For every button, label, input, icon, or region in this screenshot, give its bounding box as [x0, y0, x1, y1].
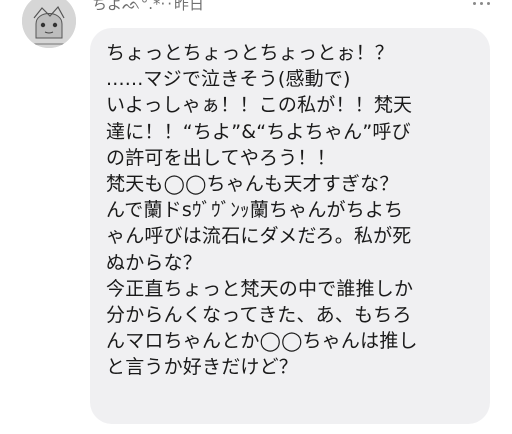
author-name[interactable]: ちよ [92, 0, 122, 13]
avatar[interactable] [22, 0, 76, 48]
post-header: ちよᨒ°.*· · 昨日 [92, 0, 204, 14]
meta-separator: · [167, 0, 173, 13]
message-text: ちょっとちょっとちょっとぉ！？ ......マジで泣きそう(感動で) いよっしゃ… [106, 42, 418, 379]
avatar-drawing-icon [22, 0, 76, 48]
author-decoration: ᨒ°.*· [122, 0, 166, 13]
message-bubble: ちょっとちょっとちょっとぉ！？ ......マジで泣きそう(感動で) いよっしゃ… [90, 28, 490, 424]
more-options-icon[interactable] [473, 2, 490, 5]
post-time: 昨日 [174, 0, 205, 13]
